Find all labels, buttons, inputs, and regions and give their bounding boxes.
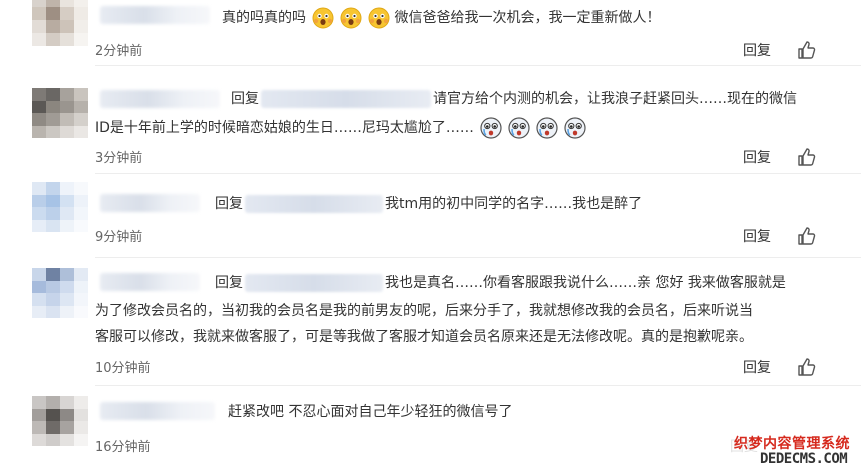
astonished-face-emoji [368, 7, 390, 29]
avatar[interactable] [32, 396, 88, 446]
avatar[interactable] [32, 0, 88, 46]
like-thumb-icon[interactable] [797, 147, 817, 167]
username-blurred[interactable] [100, 402, 215, 420]
watermark-title: 织梦内容管理系统 [734, 436, 850, 452]
reply-button[interactable]: 回复 [743, 147, 771, 167]
comment-item: 真的吗真的吗 微信爸爸给我一次机会，我一定重新做人！ 2分钟前 回复 [0, 0, 861, 66]
avatar[interactable] [32, 88, 88, 138]
crying-face-emoji [480, 117, 502, 139]
reply-button[interactable]: 回复 [743, 226, 771, 246]
comment-time: 9分钟前 [95, 230, 143, 245]
comment-text: 回复 我也是真名……你看客服跟我说什么……亲 您好 我来做客服就是 [215, 274, 786, 292]
username-blurred[interactable] [100, 90, 220, 108]
like-thumb-icon[interactable] [797, 40, 817, 60]
mention-blurred[interactable] [245, 195, 383, 213]
comment-text-line: ID是十年前上学的时候暗恋姑娘的生日……尼玛太尴尬了…… [95, 116, 586, 140]
reply-button[interactable]: 回复 [743, 40, 771, 60]
astonished-face-emoji [312, 7, 334, 29]
username-blurred[interactable] [100, 194, 200, 212]
username-blurred[interactable] [100, 273, 200, 291]
username-blurred[interactable] [100, 6, 210, 24]
comment-text: 回复 请官方给个内测的机会，让我浪子赶紧回头……现在的微信 [231, 90, 797, 108]
astonished-face-emoji [340, 7, 362, 29]
mention-blurred[interactable] [245, 274, 383, 292]
comment-text: 真的吗真的吗 微信爸爸给我一次机会，我一定重新做人！ [222, 6, 660, 30]
like-thumb-icon[interactable] [797, 226, 817, 246]
mention-blurred[interactable] [261, 90, 431, 108]
comment-text: 回复 我tm用的初中同学的名字……我也是醉了 [215, 195, 643, 213]
comment-text-line: 客服可以修改，我就来做客服了，可是等我做了客服才知道会员名原来还是无法修改呢。真… [95, 329, 753, 345]
comment-item: 回复 我也是真名……你看客服跟我说什么……亲 您好 我来做客服就是 为了修改会员名… [0, 258, 861, 386]
like-thumb-icon[interactable] [797, 357, 817, 377]
watermark-url: DEDECMS.COM [760, 451, 848, 467]
avatar[interactable] [32, 268, 88, 318]
comment-text-line: 为了修改会员名的，当初我的会员名是我的前男友的呢，后来分手了，我就想修改我的会员… [95, 303, 753, 319]
comment-time: 16分钟前 [95, 440, 151, 455]
comment-item: 回复 请官方给个内测的机会，让我浪子赶紧回头……现在的微信 ID是十年前上学的时候… [0, 66, 861, 174]
comment-item: 回复 我tm用的初中同学的名字……我也是醉了 9分钟前 回复 [0, 174, 861, 258]
crying-face-emoji [508, 117, 530, 139]
comment-time: 10分钟前 [95, 361, 151, 376]
comment-time: 2分钟前 [95, 44, 143, 59]
comment-time: 3分钟前 [95, 151, 143, 166]
watermark: 织梦内容管理系统 DEDECMS.COM [724, 433, 861, 468]
comment-text: 赶紧改吧 不忍心面对自己年少轻狂的微信号了 [228, 404, 513, 420]
crying-face-emoji [564, 117, 586, 139]
reply-button[interactable]: 回复 [743, 357, 771, 377]
avatar[interactable] [32, 182, 88, 232]
crying-face-emoji [536, 117, 558, 139]
